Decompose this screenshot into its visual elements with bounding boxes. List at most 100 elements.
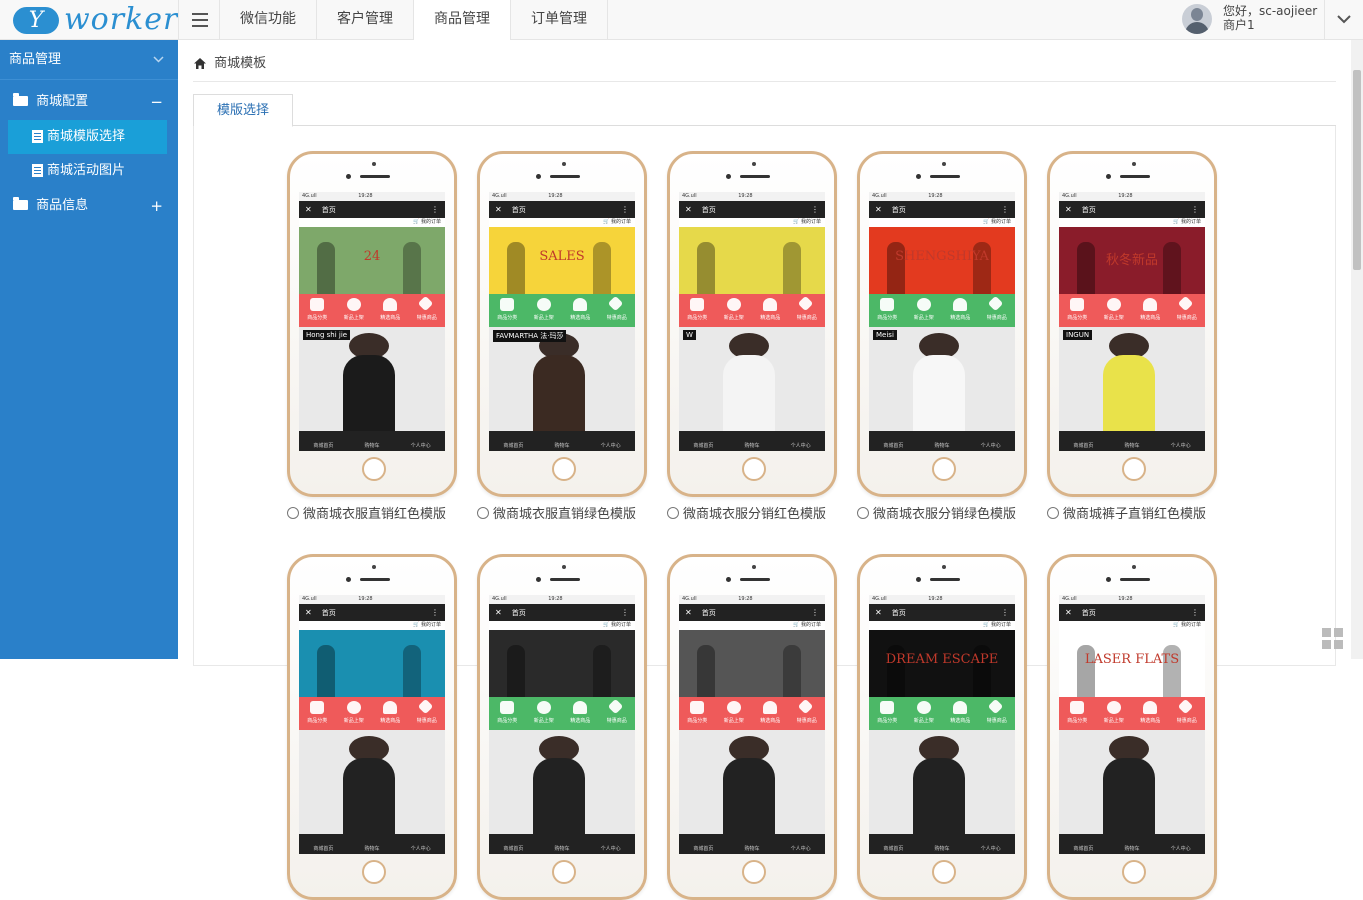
nav-item-products[interactable]: 商品管理 (414, 0, 511, 40)
phone-product-image (869, 730, 1015, 846)
template-option[interactable]: 微商城衣服直销红色模版 (287, 503, 487, 522)
banner-figure (697, 242, 715, 294)
user-menu[interactable]: 您好，sc-aojieer 商户1 (1180, 0, 1363, 40)
phone-sensor (942, 162, 946, 166)
collapse-icon: − (150, 93, 163, 111)
category: 商品分类 (1059, 697, 1096, 730)
phone-preview[interactable]: 4G.ull 19:28 ✕ 首页 ⋮ 🛒 我的订单 SALES 商品分类 新品上… (477, 151, 647, 497)
phone-home-button (742, 457, 766, 481)
tab-template-select[interactable]: 模版选择 (193, 94, 293, 127)
menu-toggle-button[interactable] (178, 0, 220, 40)
sidebar-group-product-info[interactable]: 商品信息 + (0, 188, 178, 224)
phone-preview[interactable]: 4G.ull 19:28 ✕ 首页 ⋮ 🛒 我的订单 商品分类 新品上架 精选商… (477, 554, 647, 900)
sidebar-group-mall-config[interactable]: 商城配置 − (0, 84, 178, 120)
phone-camera (1106, 577, 1111, 582)
brand-tag: W (683, 330, 696, 340)
sidebar-header[interactable]: 商品管理 (0, 40, 178, 80)
grid-icon (880, 298, 894, 311)
phone-preview[interactable]: 4G.ull 19:28 ✕ 首页 ⋮ 🛒 我的订单 24 商品分类 新品上架 (287, 151, 457, 497)
banner-text: SHENGSHIYA (895, 249, 989, 264)
phone-category-bar: 商品分类 新品上架 精选商品 特惠商品 (1059, 697, 1205, 730)
radio-button[interactable] (477, 507, 489, 519)
category: 特惠商品 (1169, 294, 1206, 327)
phone-preview[interactable]: 4G.ull 19:28 ✕ 首页 ⋮ 🛒 我的订单 秋冬新品 商品分类 新品上架 (1047, 151, 1217, 497)
avatar (1182, 4, 1212, 34)
category: 精选商品 (942, 294, 979, 327)
phone-preview[interactable]: 4G.ull 19:28 ✕ 首页 ⋮ 🛒 我的订单 LASER FLATS 商品… (1047, 554, 1217, 900)
footer-home: 商城首页 (313, 846, 334, 852)
more-icon: ⋮ (431, 205, 439, 214)
footer-profile: 个人中心 (600, 443, 621, 449)
category-label: 精选商品 (950, 315, 971, 321)
category: 特惠商品 (789, 697, 826, 730)
nav-item-customers[interactable]: 客户管理 (317, 0, 414, 40)
close-icon: ✕ (305, 205, 312, 214)
grid-view-icon[interactable] (1322, 628, 1344, 650)
phone-speaker (550, 578, 580, 581)
template-option[interactable]: 微商城裤子直销红色模版 (1047, 503, 1247, 522)
nav-item-wechat[interactable]: 微信功能 (220, 0, 317, 40)
phone-preview[interactable]: 4G.ull 19:28 ✕ 首页 ⋮ 🛒 我的订单 商品分类 新品上架 精选商… (667, 151, 837, 497)
phone-preview[interactable]: 4G.ull 19:28 ✕ 首页 ⋮ 🛒 我的订单 SHENGSHIYA 商品分… (857, 151, 1027, 497)
phone-screen: 4G.ull 19:28 ✕ 首页 ⋮ 🛒 我的订单 商品分类 新品上架 精选商… (299, 595, 445, 854)
clock-text: 19:28 (928, 596, 943, 602)
clock-icon (1106, 701, 1121, 714)
category: 特惠商品 (789, 294, 826, 327)
category: 精选商品 (942, 697, 979, 730)
model-outfit (913, 355, 965, 443)
phone-banner (679, 227, 825, 294)
template-option[interactable]: 微商城衣服分销绿色模版 (857, 503, 1057, 522)
clock-icon (536, 298, 551, 311)
category: 新品上架 (336, 294, 373, 327)
template-option[interactable]: 微商城衣服分销红色模版 (667, 503, 867, 522)
grid-icon (1070, 701, 1084, 714)
clock-text: 19:28 (548, 596, 563, 602)
phone-title: 首页 (511, 206, 526, 214)
more-icon: ⋮ (621, 608, 629, 617)
radio-button[interactable] (287, 507, 299, 519)
phone-app-header: ✕ 首页 ⋮ (1059, 201, 1205, 218)
radio-button[interactable] (667, 507, 679, 519)
tag-icon (797, 295, 813, 312)
banner-text: 秋冬新品 (1105, 253, 1158, 268)
radio-button[interactable] (857, 507, 869, 519)
sidebar-item-template-select[interactable]: 商城模版选择 (8, 120, 167, 154)
category: 特惠商品 (979, 294, 1016, 327)
category: 商品分类 (489, 294, 526, 327)
phone-home-button (932, 457, 956, 481)
phone-footer: 商城首页 购物车 个人中心 (1059, 834, 1205, 854)
breadcrumb: 商城模板 (194, 52, 266, 72)
scrollbar-thumb[interactable] (1353, 70, 1361, 270)
category-label: 精选商品 (380, 315, 401, 321)
category-label: 精选商品 (570, 315, 591, 321)
phone-sensor (562, 162, 566, 166)
radio-button[interactable] (1047, 507, 1059, 519)
user-dropdown-button[interactable] (1324, 0, 1363, 40)
hamburger-icon-bar (192, 19, 208, 21)
phone-status-bar: 4G.ull 19:28 (1059, 595, 1205, 604)
phone-product-image (489, 730, 635, 846)
template-label: 微商城衣服直销绿色模版 (493, 507, 637, 522)
phone-preview[interactable]: 4G.ull 19:28 ✕ 首页 ⋮ 🛒 我的订单 DREAM ESCAPE 商… (857, 554, 1027, 900)
category-label: 新品上架 (533, 315, 554, 321)
nav-item-orders[interactable]: 订单管理 (511, 0, 608, 40)
phone-home-button (552, 860, 576, 884)
template-option[interactable]: 微商城衣服直销绿色模版 (477, 503, 677, 522)
category: 精选商品 (752, 294, 789, 327)
scrollbar[interactable] (1351, 40, 1363, 659)
phone-preview[interactable]: 4G.ull 19:28 ✕ 首页 ⋮ 🛒 我的订单 商品分类 新品上架 精选商… (287, 554, 457, 900)
sidebar-item-activity-images[interactable]: 商城活动图片 (8, 154, 167, 188)
phone-cart-bar: 🛒 我的订单 (1173, 622, 1201, 628)
signal-text: 4G.ull (492, 596, 507, 602)
phone-camera (726, 577, 731, 582)
phone-preview[interactable]: 4G.ull 19:28 ✕ 首页 ⋮ 🛒 我的订单 商品分类 新品上架 精选商… (667, 554, 837, 900)
phone-title: 首页 (321, 609, 336, 617)
sidebar-item-label: 商城模版选择 (47, 129, 126, 144)
phone-home-button (742, 860, 766, 884)
more-icon: ⋮ (811, 608, 819, 617)
heart-icon (953, 298, 967, 311)
phone-home-button (362, 860, 386, 884)
app-logo[interactable]: Y worker (0, 0, 178, 40)
template-label: 微商城衣服分销红色模版 (683, 507, 827, 522)
clock-icon (916, 298, 931, 311)
